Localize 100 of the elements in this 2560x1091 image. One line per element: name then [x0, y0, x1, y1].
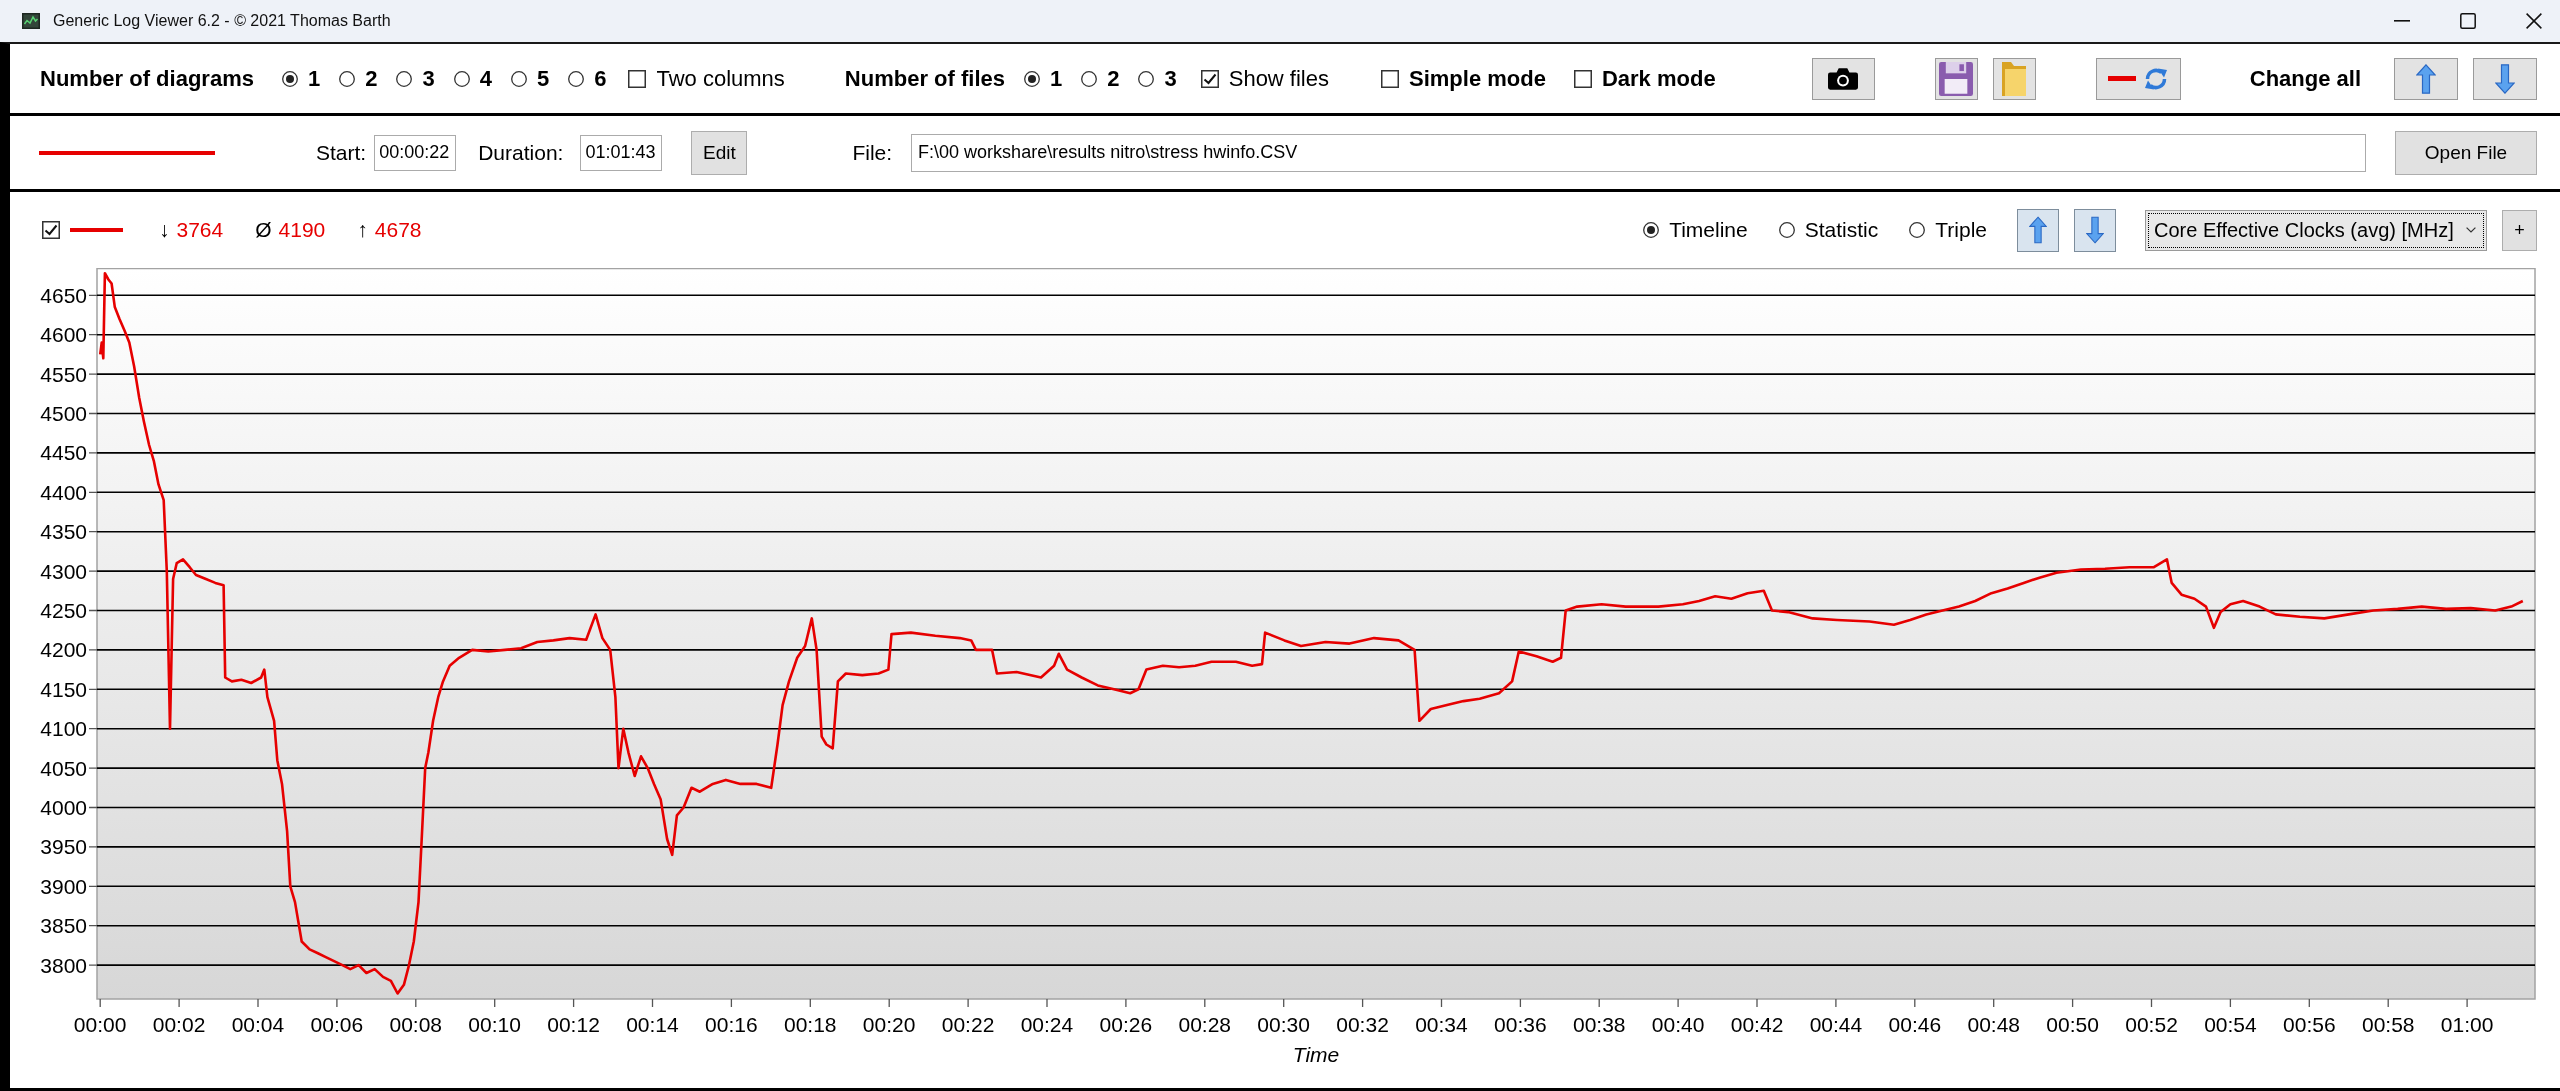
y-tick-label: 4350 — [40, 520, 87, 544]
move-down-button[interactable] — [2074, 208, 2116, 252]
save-button[interactable] — [1934, 57, 1978, 100]
x-tick-label: 00:36 — [1494, 1012, 1547, 1036]
x-tick-label: 00:56 — [2283, 1012, 2336, 1036]
open-file-button[interactable]: Open File — [2395, 130, 2537, 175]
y-tick-label: 4150 — [40, 677, 87, 701]
x-tick-label: 00:00 — [73, 1012, 127, 1036]
diagram-count-radio[interactable]: 3 — [396, 65, 435, 92]
y-tick-label: 4600 — [40, 323, 87, 347]
y-tick-label: 3900 — [40, 874, 87, 898]
start-field[interactable]: 00:00:22 — [374, 134, 457, 171]
duration-label: Duration: — [478, 140, 564, 165]
up-arrow-icon — [2416, 63, 2436, 94]
x-tick-label: 00:10 — [468, 1012, 521, 1036]
x-tick-label: 00:02 — [152, 1012, 206, 1036]
view-radio[interactable]: Timeline — [1643, 218, 1748, 242]
line-style-icon — [39, 150, 215, 155]
diagram-count-radio[interactable]: 1 — [281, 65, 321, 92]
y-tick-label: 4050 — [40, 756, 87, 780]
down-arrow-icon — [2086, 216, 2104, 244]
y-tick-label: 4100 — [40, 717, 87, 741]
x-tick-label: 00:44 — [1809, 1012, 1863, 1036]
x-tick-label: 00:38 — [1572, 1012, 1626, 1036]
y-tick-label: 4650 — [40, 283, 87, 307]
move-up-button[interactable] — [2017, 208, 2059, 252]
file-count-radio[interactable]: 1 — [1023, 65, 1063, 92]
stat-value: 4190 — [278, 218, 326, 242]
x-tick-label: 00:30 — [1257, 1012, 1310, 1036]
x-tick-label: 00:26 — [1099, 1012, 1153, 1036]
stat-symbol: ↓ — [159, 218, 170, 242]
diagram-count-radio[interactable]: 6 — [568, 65, 607, 92]
x-tick-label: 00:20 — [862, 1012, 916, 1036]
simple-mode-checkbox[interactable]: Simple mode — [1381, 65, 1546, 92]
x-tick-label: 00:16 — [705, 1012, 758, 1036]
down-arrow-icon — [2495, 63, 2515, 94]
two-columns-checkbox[interactable]: Two columns — [628, 65, 785, 92]
start-label: Start: — [316, 140, 367, 165]
diagram-count-radio[interactable]: 5 — [510, 65, 550, 92]
y-tick-label: 3850 — [40, 914, 87, 938]
x-tick-label: 00:50 — [2046, 1012, 2099, 1036]
diagram-count-radio[interactable]: 2 — [339, 65, 378, 92]
move-up-button[interactable] — [2394, 57, 2458, 100]
file-label: File: — [852, 140, 893, 165]
minimize-icon[interactable] — [2394, 20, 2410, 22]
y-tick-label: 4300 — [40, 559, 87, 583]
x-tick-label: 00:06 — [310, 1012, 364, 1036]
duration-field[interactable]: 01:01:43 — [580, 134, 663, 171]
up-arrow-icon — [2029, 216, 2047, 244]
stat-value: 3764 — [176, 218, 224, 242]
open-folder-button[interactable] — [1992, 57, 2036, 100]
folder-icon — [2002, 61, 2027, 96]
y-tick-label: 3800 — [40, 953, 87, 977]
close-icon[interactable] — [2526, 13, 2542, 29]
diagram-count-radio[interactable]: 4 — [453, 65, 492, 92]
x-tick-label: 01:00 — [2440, 1012, 2494, 1036]
y-tick-label: 4500 — [40, 402, 87, 425]
view-radio[interactable]: Triple — [1909, 218, 1987, 242]
dark-mode-checkbox[interactable]: Dark mode — [1573, 65, 1716, 92]
x-tick-label: 00:04 — [231, 1012, 285, 1036]
file-count-radio[interactable]: 3 — [1138, 65, 1177, 92]
y-tick-label: 4000 — [40, 796, 87, 819]
camera-icon — [1828, 67, 1859, 90]
series-checkbox[interactable] — [42, 221, 60, 239]
x-tick-label: 00:12 — [547, 1012, 600, 1036]
line-style-icon — [70, 228, 123, 232]
show-files-checkbox[interactable]: Show files — [1200, 65, 1329, 92]
camera-button[interactable] — [1811, 57, 1875, 100]
add-button[interactable]: + — [2502, 209, 2537, 251]
window-title: Generic Log Viewer 6.2 - © 2021 Thomas Barth — [53, 12, 391, 30]
x-tick-label: 00:48 — [1967, 1012, 2021, 1036]
x-tick-label: 00:40 — [1651, 1012, 1705, 1036]
move-down-button[interactable] — [2473, 57, 2537, 100]
file-path-field[interactable]: F:\00 workshare\results nitro\stress hwinfo.CSV — [911, 133, 2366, 172]
y-tick-label: 4250 — [40, 599, 87, 622]
x-tick-label: 00:54 — [2204, 1012, 2257, 1036]
edit-button[interactable]: Edit — [691, 130, 748, 175]
x-tick-label: 00:58 — [2361, 1012, 2415, 1036]
x-tick-label: 00:28 — [1178, 1012, 1232, 1036]
maximize-icon[interactable] — [2460, 13, 2476, 29]
file-count-label: Number of files — [844, 65, 1005, 92]
circular-arrows-icon — [2144, 66, 2169, 91]
y-tick-label: 4400 — [40, 480, 87, 504]
color-swap-button[interactable] — [2095, 57, 2181, 100]
change-all-label: Change all — [2249, 65, 2361, 92]
chevron-down-icon — [2466, 227, 2476, 233]
x-tick-label: 00:52 — [2125, 1012, 2178, 1036]
x-tick-label: 00:34 — [1415, 1012, 1468, 1036]
sensor-dropdown[interactable]: Core Effective Clocks (avg) [MHz] — [2145, 209, 2487, 251]
diagram-count-label: Number of diagrams — [40, 65, 254, 92]
x-tick-label: 00:42 — [1730, 1012, 1784, 1036]
x-axis-title: Time — [1292, 1042, 1340, 1066]
y-tick-label: 3950 — [40, 835, 87, 859]
x-tick-label: 00:32 — [1336, 1012, 1389, 1036]
y-tick-label: 4450 — [40, 441, 87, 465]
app-icon — [22, 13, 40, 29]
view-radio[interactable]: Statistic — [1778, 218, 1879, 242]
x-tick-label: 00:18 — [783, 1012, 837, 1036]
file-count-radio[interactable]: 2 — [1081, 65, 1120, 92]
y-tick-label: 4550 — [40, 362, 87, 386]
